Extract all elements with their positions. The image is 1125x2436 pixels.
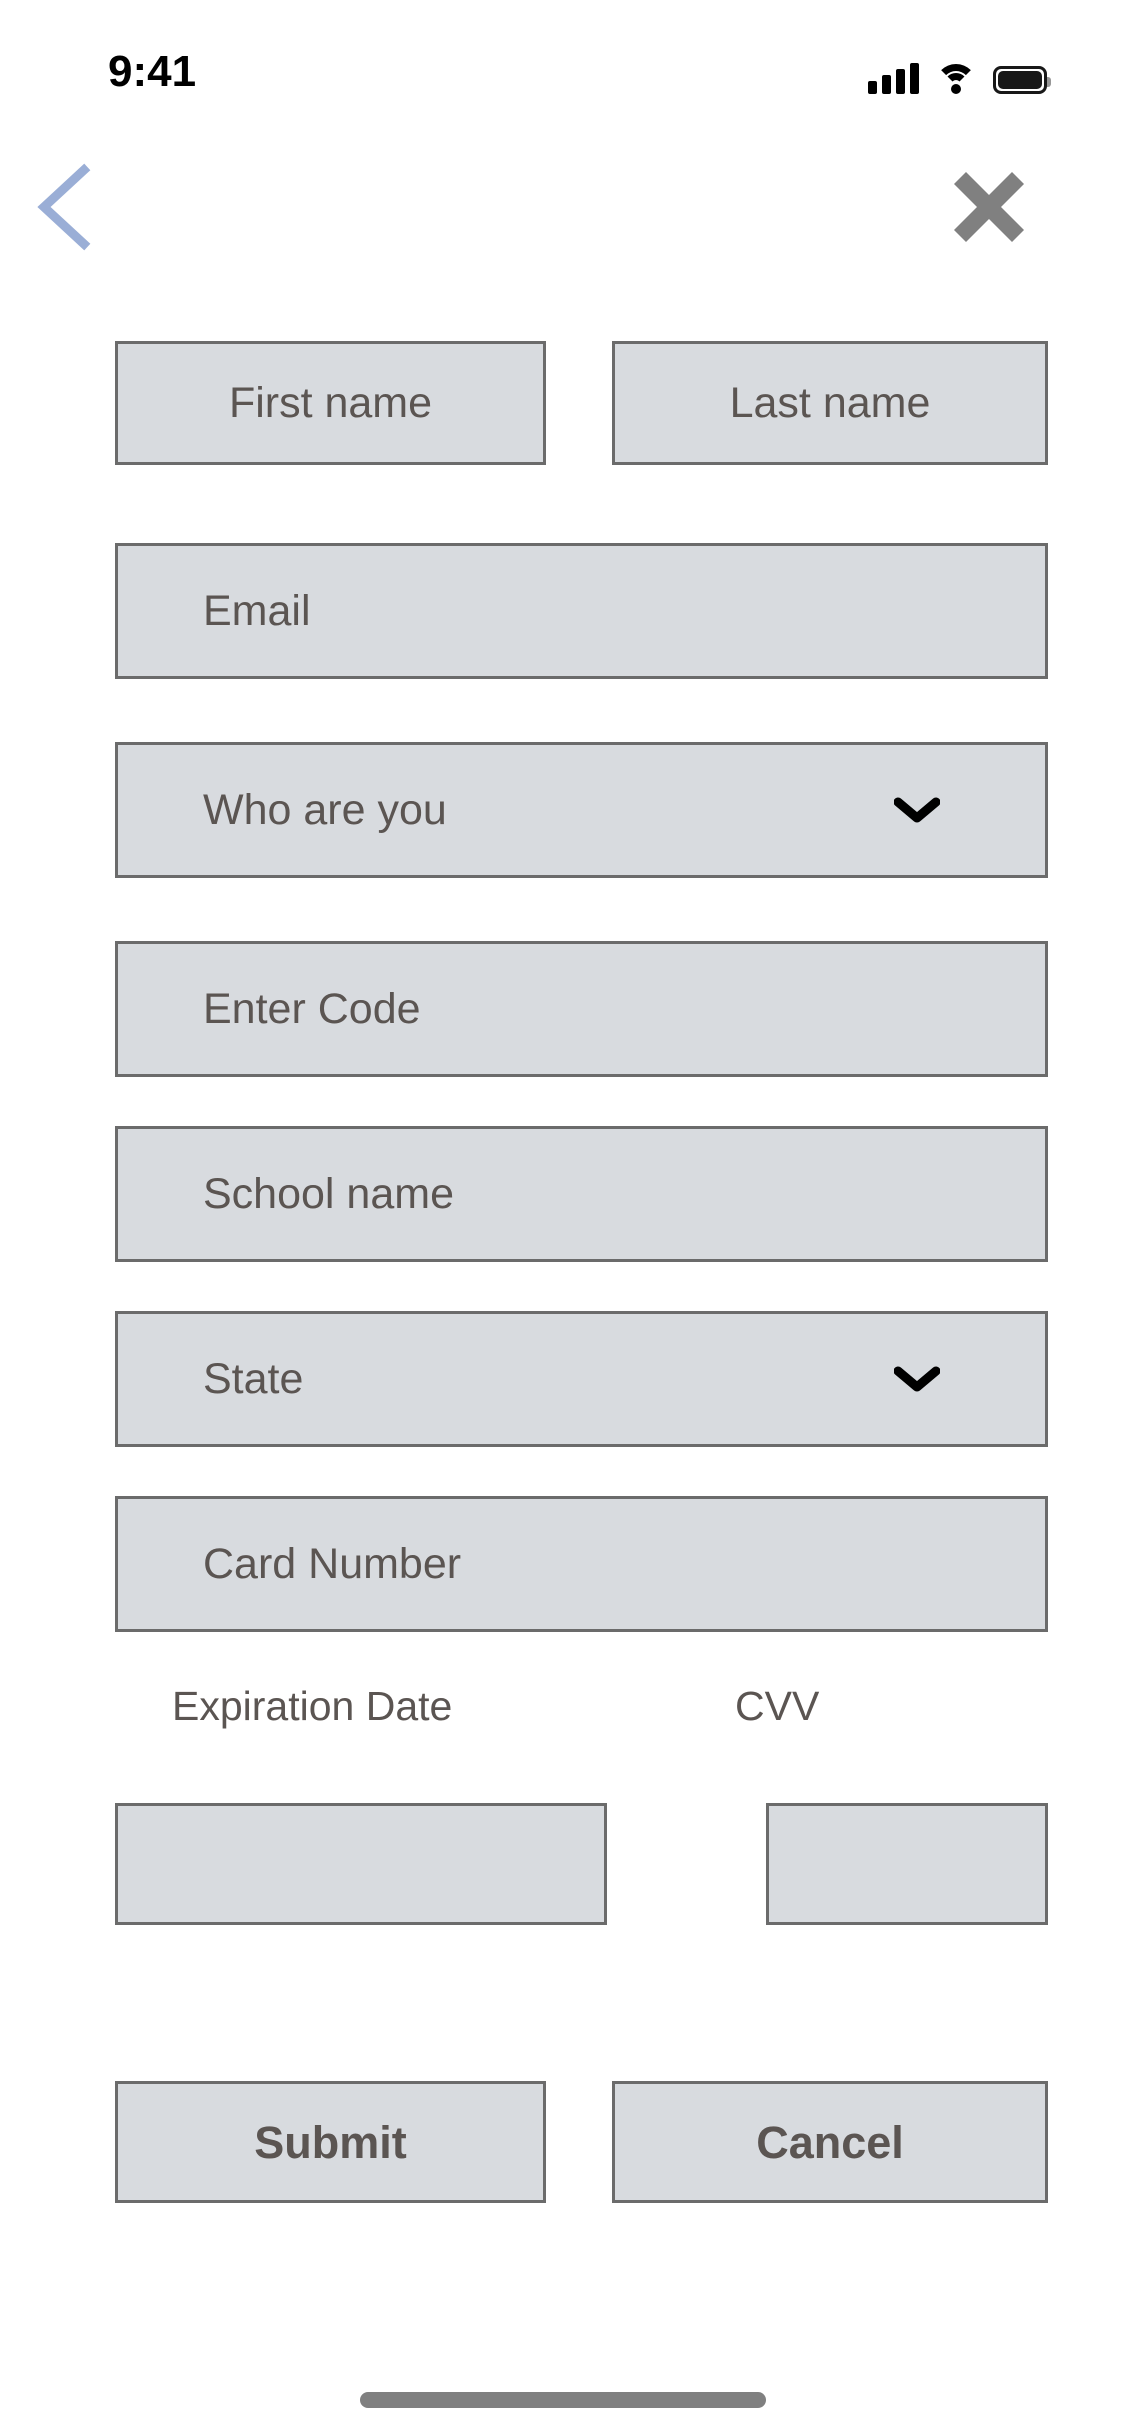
submit-button[interactable]: Submit: [115, 2081, 546, 2203]
who-are-you-select[interactable]: Who are you: [115, 742, 1048, 878]
state-select-label: State: [203, 1354, 304, 1403]
cellular-bars-icon: [868, 62, 919, 94]
status-bar: 9:41: [0, 0, 1125, 132]
state-select[interactable]: State: [115, 1311, 1048, 1447]
email-input[interactable]: Email: [115, 543, 1048, 679]
last-name-input[interactable]: Last name: [612, 341, 1048, 465]
expiration-date-label: Expiration Date: [172, 1683, 453, 1729]
phone-screen: 9:41 First name Last name Email Who are …: [0, 0, 1125, 2436]
home-indicator[interactable]: [359, 2392, 766, 2408]
cvv-input[interactable]: [766, 1803, 1048, 1925]
first-name-input[interactable]: First name: [115, 341, 546, 465]
wifi-icon: [935, 62, 977, 94]
chevron-down-icon: [894, 797, 940, 823]
status-bar-time: 9:41: [108, 47, 197, 96]
close-button[interactable]: [950, 168, 1028, 246]
back-button[interactable]: [28, 162, 106, 252]
battery-full-icon: [993, 66, 1051, 94]
expiration-date-input[interactable]: [115, 1803, 607, 1925]
enter-code-input[interactable]: Enter Code: [115, 941, 1048, 1077]
chevron-down-icon: [894, 1366, 940, 1392]
chevron-left-icon: [37, 163, 91, 251]
cvv-label: CVV: [735, 1683, 820, 1729]
cancel-button[interactable]: Cancel: [612, 2081, 1048, 2203]
card-number-input[interactable]: Card Number: [115, 1496, 1048, 1632]
status-bar-icons: [868, 50, 1051, 94]
school-name-input[interactable]: School name: [115, 1126, 1048, 1262]
who-are-you-select-label: Who are you: [203, 785, 447, 834]
close-x-icon: [953, 171, 1025, 243]
